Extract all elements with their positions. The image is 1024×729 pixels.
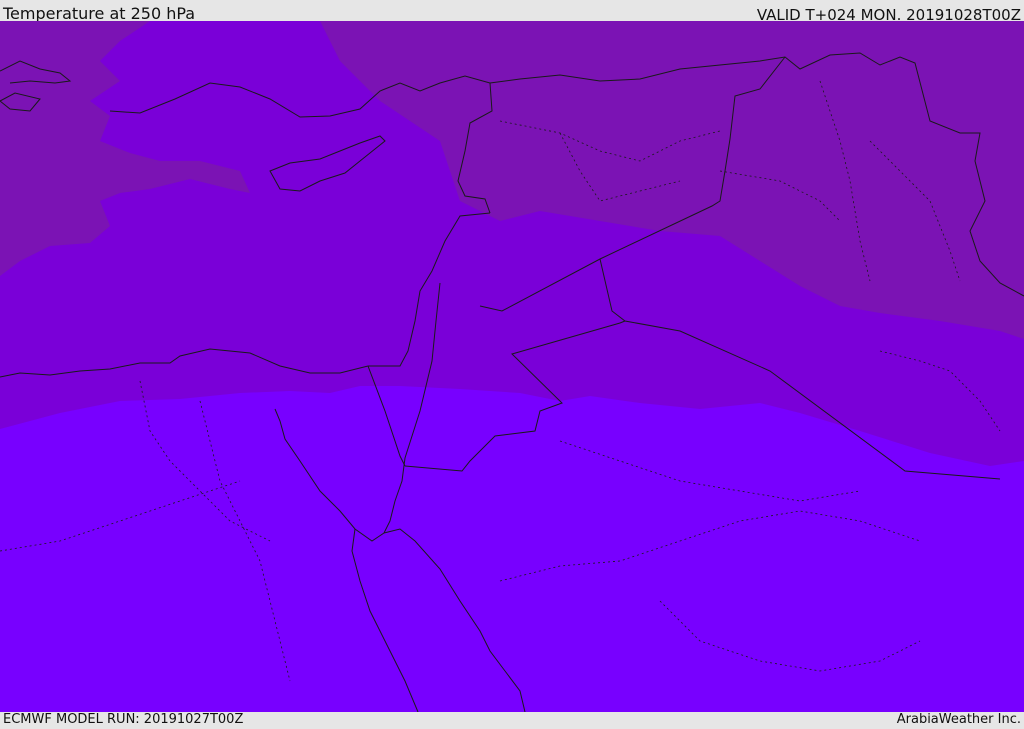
model-run-label: ECMWF MODEL RUN: 20191027T00Z — [3, 712, 244, 727]
temperature-map[interactable] — [0, 21, 1024, 712]
weather-map-page: Temperature at 250 hPa VALID T+024 MON. … — [0, 0, 1024, 729]
credit-label: ArabiaWeather Inc. — [896, 712, 1021, 727]
